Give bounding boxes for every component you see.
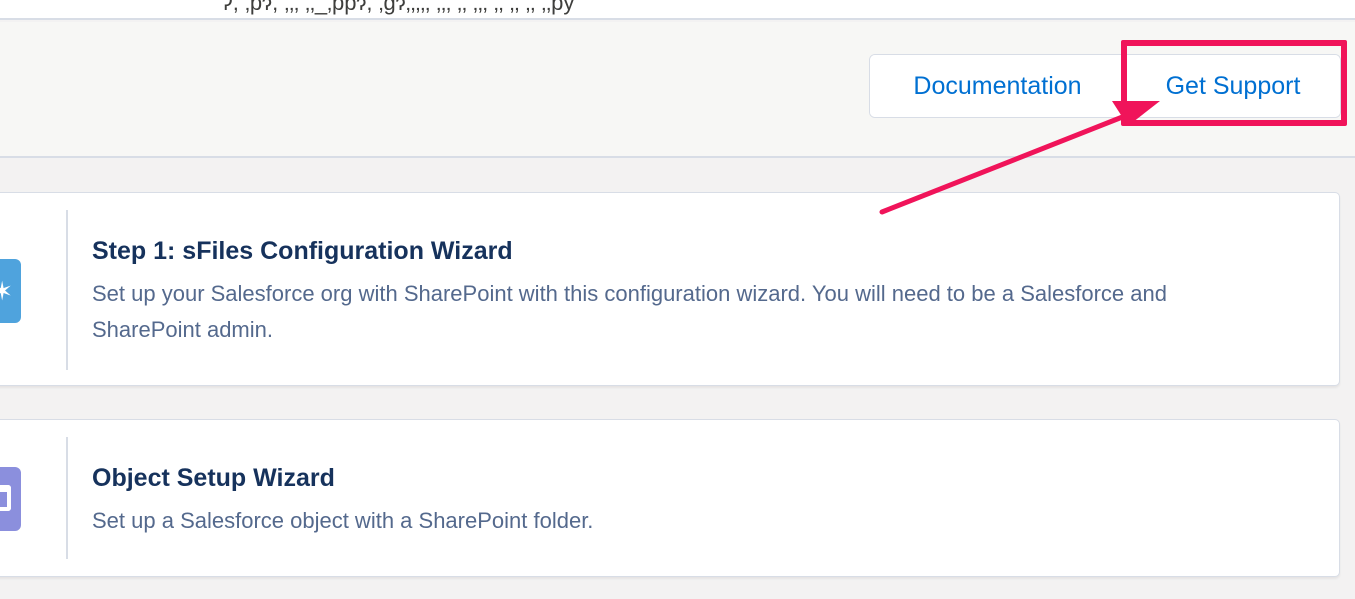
card-divider [66, 437, 68, 559]
top-strip-text: Ɂ, ‚pɂ, ‚‚‚ ‚‚_‚ppɂ, ‚gɂ‚‚‚‚‚ ‚‚‚ ‚‚ ‚‚‚… [220, 0, 575, 15]
get-support-button[interactable]: Get Support [1126, 55, 1340, 117]
setup-page: Ɂ, ‚pɂ, ‚‚‚ ‚‚_‚ppɂ, ‚gɂ‚‚‚‚‚ ‚‚‚ ‚‚ ‚‚‚… [0, 0, 1355, 599]
card-title[interactable]: Object Setup Wizard [92, 464, 1269, 493]
card-body: Step 1: sFiles Configuration Wizard Set … [92, 237, 1269, 348]
object-icon-tile [0, 467, 21, 531]
object-setup-wizard-card[interactable]: Object Setup Wizard Set up a Salesforce … [0, 419, 1340, 577]
window-icon [0, 485, 11, 511]
card-title[interactable]: Step 1: sFiles Configuration Wizard [92, 237, 1269, 266]
header-button-group: Documentation Get Support [869, 54, 1341, 118]
wizard-sparkle-icon: ✶ [0, 276, 13, 306]
configuration-wizard-card[interactable]: ✶ Step 1: sFiles Configuration Wizard Se… [0, 192, 1340, 386]
documentation-button[interactable]: Documentation [870, 55, 1126, 117]
wizard-icon-tile: ✶ [0, 259, 21, 323]
top-strip: Ɂ, ‚pɂ, ‚‚‚ ‚‚_‚ppɂ, ‚gɂ‚‚‚‚‚ ‚‚‚ ‚‚ ‚‚‚… [0, 0, 1355, 20]
card-description: Set up a Salesforce object with a ShareP… [92, 508, 594, 533]
card-description: Set up your Salesforce org with SharePoi… [92, 281, 1167, 342]
card-divider [66, 210, 68, 370]
card-body: Object Setup Wizard Set up a Salesforce … [92, 464, 1269, 539]
page-header: Documentation Get Support [0, 22, 1355, 158]
